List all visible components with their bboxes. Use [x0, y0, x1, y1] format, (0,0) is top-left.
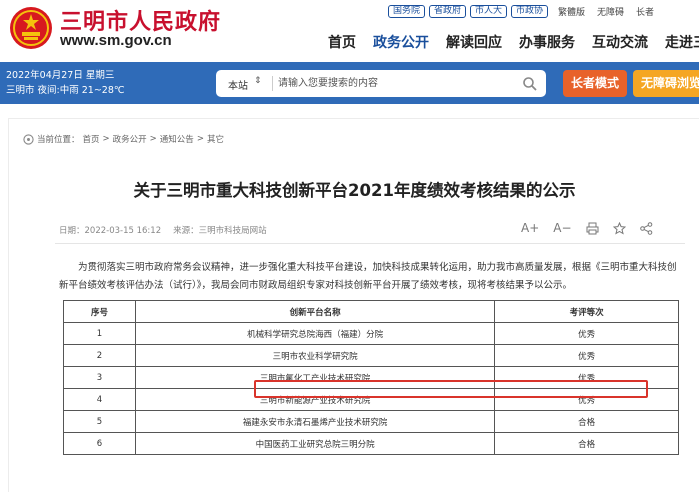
row-grade: 合格	[494, 410, 679, 433]
location-pin-icon	[23, 133, 34, 145]
meta-divider	[55, 243, 685, 244]
top-link-provincial-gov[interactable]: 省政府	[429, 5, 467, 18]
star-icon[interactable]	[612, 221, 626, 235]
row-platform-name: 三明市氟化工产业技术研究院	[134, 366, 496, 389]
header-index: 序号	[63, 300, 136, 323]
article-source: 来源：三明市科技局网站	[173, 226, 267, 236]
nav-interaction[interactable]: 互动交流	[592, 32, 648, 52]
row-index: 1	[63, 322, 136, 345]
table-row: 3 三明市氟化工产业技术研究院 优秀	[63, 366, 679, 389]
site-url: www.sm.gov.cn	[60, 32, 172, 49]
row-grade: 合格	[494, 432, 679, 455]
main-nav: 首页 政务公开 解读回应 办事服务 互动交流 走进三明	[328, 32, 699, 52]
traditional-chinese-link[interactable]: 繁體版	[558, 5, 585, 18]
top-link-cppcc[interactable]: 市政协	[511, 5, 549, 18]
national-emblem-icon	[10, 7, 52, 49]
search-box: 本站 ⇕	[216, 70, 546, 97]
date-line: 2022年04月27日 星期三	[6, 70, 115, 81]
site-header: 三明市人民政府 www.sm.gov.cn 国务院 省政府 市人大 市政协 繁體…	[0, 0, 699, 62]
top-links: 国务院 省政府 市人大 市政协	[388, 5, 549, 18]
row-index: 6	[63, 432, 136, 455]
row-grade: 优秀	[494, 388, 679, 411]
nav-services[interactable]: 办事服务	[519, 32, 575, 52]
search-input[interactable]	[278, 74, 508, 93]
search-icon[interactable]	[522, 76, 538, 92]
nav-gov-affairs[interactable]: 政务公开	[373, 32, 429, 52]
accessibility-link[interactable]: 无障碍	[597, 5, 624, 18]
breadcrumb-separator: >	[102, 134, 110, 144]
header-platform-name: 创新平台名称	[134, 300, 496, 323]
row-platform-name: 中国医药工业研究总院三明分院	[134, 432, 496, 455]
nav-home[interactable]: 首页	[328, 32, 356, 52]
search-divider	[272, 76, 273, 91]
results-table: 序号 创新平台名称 考评等次 1 机械科学研究总院海西（福建）分院 优秀 2 三…	[63, 300, 679, 455]
breadcrumb-notices[interactable]: 通知公告	[160, 133, 194, 145]
article-title: 关于三明市重大科技创新平台2021年度绩效考核结果的公示	[133, 181, 576, 200]
row-platform-name: 福建永安市永清石墨烯产业技术研究院	[134, 410, 496, 433]
elder-link[interactable]: 长者	[636, 5, 654, 18]
date-weather: 2022年04月27日 星期三 三明市 夜间:中雨 21~28℃	[6, 68, 125, 98]
row-index: 4	[63, 388, 136, 411]
header-grade: 考评等次	[494, 300, 679, 323]
nav-about-sanming[interactable]: 走进三明	[665, 32, 699, 52]
accessibility-button[interactable]: 无障碍浏览	[633, 70, 699, 97]
article-panel: 当前位置： 首页 > 政务公开 > 通知公告 > 其它 关于三明市重大科技创新平…	[8, 118, 699, 492]
breadcrumb-separator: >	[196, 134, 204, 144]
weather-line: 三明市 夜间:中雨 21~28℃	[6, 85, 125, 96]
row-index: 5	[63, 410, 136, 433]
top-link-state-council[interactable]: 国务院	[388, 5, 426, 18]
top-link-npc[interactable]: 市人大	[470, 5, 508, 18]
table-header-row: 序号 创新平台名称 考评等次	[63, 300, 679, 323]
row-platform-name: 三明市农业科学研究院	[134, 344, 496, 367]
table-row: 1 机械科学研究总院海西（福建）分院 优秀	[63, 322, 679, 345]
elder-mode-button[interactable]: 长者模式	[563, 70, 627, 97]
font-increase-button[interactable]: A+	[521, 220, 539, 236]
breadcrumb-home[interactable]: 首页	[83, 133, 100, 145]
article-date: 日期：2022-03-15 16:12	[59, 226, 162, 236]
breadcrumb-prefix: 当前位置：	[37, 135, 80, 145]
share-icon[interactable]	[639, 221, 653, 235]
row-index: 3	[63, 366, 136, 389]
nav-interpretation[interactable]: 解读回应	[446, 32, 502, 52]
search-scope-select[interactable]: 本站	[228, 77, 248, 92]
chevron-updown-icon[interactable]: ⇕	[254, 76, 262, 86]
breadcrumb-gov-affairs[interactable]: 政务公开	[113, 133, 147, 145]
article-intro: 为贯彻落实三明市政府常务会议精神，进一步强化重大科技平台建设，加快科技成果转化运…	[59, 262, 677, 291]
table-row: 6 中国医药工业研究总院三明分院 合格	[63, 432, 679, 455]
breadcrumb-separator: >	[149, 134, 157, 144]
table-row: 2 三明市农业科学研究院 优秀	[63, 344, 679, 367]
breadcrumb-other[interactable]: 其它	[207, 133, 224, 145]
print-icon[interactable]	[586, 222, 599, 235]
search-bar-banner: 2022年04月27日 星期三 三明市 夜间:中雨 21~28℃ 本站 ⇕ 长者…	[0, 62, 699, 104]
row-platform-name: 机械科学研究总院海西（福建）分院	[134, 322, 496, 345]
breadcrumb: 当前位置： 首页 > 政务公开 > 通知公告 > 其它	[23, 133, 224, 145]
top-tools: 繁體版 无障碍 长者	[558, 5, 654, 18]
row-grade: 优秀	[494, 344, 679, 367]
table-row: 4 三明市新能源产业技术研究院 优秀	[63, 388, 679, 411]
table-row: 5 福建永安市永清石墨烯产业技术研究院 合格	[63, 410, 679, 433]
font-decrease-button[interactable]: A−	[553, 220, 571, 236]
row-grade: 优秀	[494, 322, 679, 345]
row-platform-name: 三明市新能源产业技术研究院	[134, 388, 496, 411]
article-meta: 日期：2022-03-15 16:12 来源：三明市科技局网站	[59, 224, 267, 236]
article-tools: A+ A−	[521, 220, 653, 236]
row-grade: 优秀	[494, 366, 679, 389]
row-index: 2	[63, 344, 136, 367]
